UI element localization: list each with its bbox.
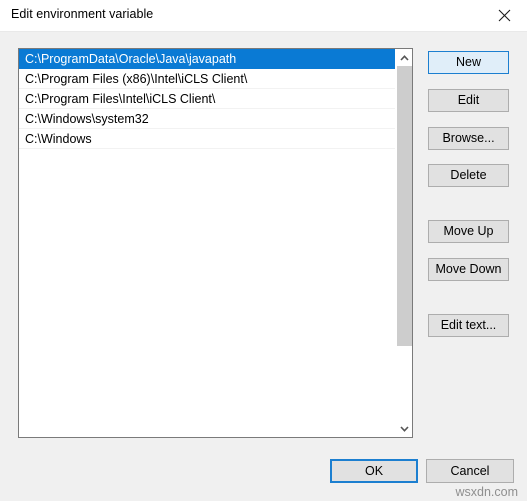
delete-button[interactable]: Delete [428, 164, 509, 187]
chevron-up-icon [400, 54, 409, 61]
chevron-down-icon [400, 425, 409, 432]
browse-button[interactable]: Browse... [428, 127, 509, 150]
new-button[interactable]: New [428, 51, 509, 74]
move-down-button[interactable]: Move Down [428, 258, 509, 281]
scrollbar-track[interactable] [397, 346, 412, 420]
list-item[interactable]: C:\Program Files (x86)\Intel\iCLS Client… [19, 69, 395, 89]
list-item[interactable]: C:\ProgramData\Oracle\Java\javapath [19, 49, 395, 69]
title-bar: Edit environment variable [0, 0, 527, 32]
scroll-down-button[interactable] [396, 420, 412, 437]
scroll-up-button[interactable] [396, 49, 412, 66]
scrollbar-thumb[interactable] [397, 66, 412, 346]
edit-button[interactable]: Edit [428, 89, 509, 112]
watermark: wsxdn.com [455, 485, 518, 499]
close-button[interactable] [481, 0, 527, 30]
close-icon [498, 9, 511, 22]
ok-button[interactable]: OK [330, 459, 418, 483]
edit-environment-variable-dialog: Edit environment variable C:\ProgramData… [0, 0, 527, 501]
list-item[interactable]: C:\Program Files\Intel\iCLS Client\ [19, 89, 395, 109]
vertical-scrollbar[interactable] [395, 49, 412, 437]
move-up-button[interactable]: Move Up [428, 220, 509, 243]
path-list: C:\ProgramData\Oracle\Java\javapath C:\P… [19, 49, 395, 149]
path-list-box[interactable]: C:\ProgramData\Oracle\Java\javapath C:\P… [18, 48, 413, 438]
list-item[interactable]: C:\Windows\system32 [19, 109, 395, 129]
edit-text-button[interactable]: Edit text... [428, 314, 509, 337]
cancel-button[interactable]: Cancel [426, 459, 514, 483]
window-title: Edit environment variable [11, 7, 154, 21]
list-item[interactable]: C:\Windows [19, 129, 395, 149]
